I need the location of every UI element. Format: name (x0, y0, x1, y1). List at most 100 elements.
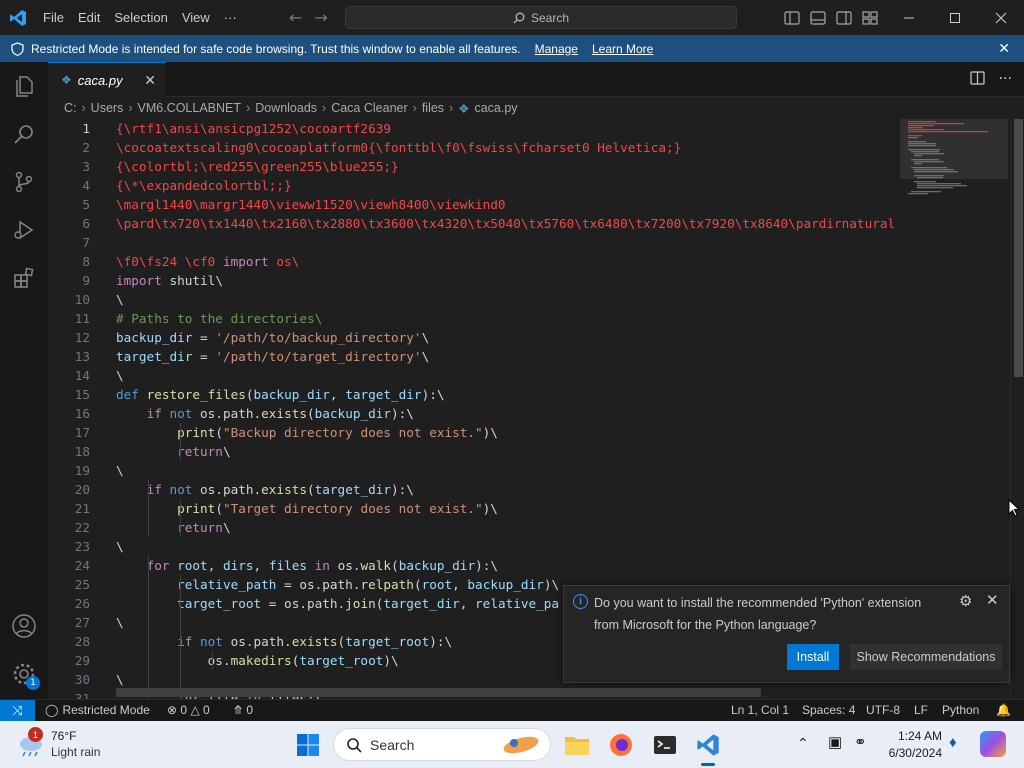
notification-bell-icon[interactable]: ♦ (949, 734, 957, 751)
file-explorer-app[interactable] (560, 728, 594, 762)
display-icon[interactable]: ▣ (828, 733, 842, 751)
weather-temperature[interactable]: 76°F (51, 729, 76, 743)
line-number: 17 (74, 425, 90, 440)
accounts-icon[interactable] (0, 602, 48, 650)
scrollbar-thumb[interactable] (1014, 119, 1023, 377)
horizontal-scrollbar[interactable] (116, 688, 761, 697)
code-line[interactable]: 11 # Paths to the directories\ (48, 309, 900, 328)
tab-close-icon[interactable]: ✕ (144, 72, 156, 89)
eol-status[interactable]: LF (914, 700, 928, 721)
indentation-status[interactable]: Spaces: 4 (802, 700, 855, 721)
code-token: \ (222, 520, 231, 535)
code-line[interactable]: 8 \f0\fs24 \cf0 import os\ (48, 252, 900, 271)
code-line[interactable]: 12 backup_dir = '/path/to/backup_director… (48, 328, 900, 347)
tab-caca-py[interactable]: ❖ caca.py ✕ (48, 62, 166, 97)
breadcrumb-item[interactable]: files (422, 101, 444, 115)
code-line[interactable]: 2 \cocoatextscaling0\cocoaplatform0{\font… (48, 138, 900, 157)
breadcrumb-item[interactable]: caca.py (474, 101, 517, 115)
breadcrumb-item[interactable]: VM6.COLLABNET (138, 101, 242, 115)
encoding-status[interactable]: UTF-8 (866, 700, 900, 721)
explorer-icon[interactable] (0, 62, 48, 110)
code-line[interactable]: 9 import shutil\ (48, 271, 900, 290)
code-line[interactable]: 15 def restore_files(backup_dir, target_d… (48, 385, 900, 404)
code-line[interactable]: 18 return\ (48, 442, 900, 461)
manage-gear-icon[interactable]: 1 (0, 650, 48, 698)
language-mode-status[interactable]: Python (942, 700, 979, 721)
restricted-mode-banner: Restricted Mode is intended for safe cod… (0, 35, 1024, 62)
code-line[interactable]: 10 \ (48, 290, 900, 309)
code-line[interactable]: 14 \ (48, 366, 900, 385)
vertical-scrollbar[interactable] (1010, 119, 1024, 699)
code-line[interactable]: 23 \ (48, 537, 900, 556)
toggle-primary-sidebar-icon[interactable] (784, 10, 800, 25)
code-line[interactable]: 7 (48, 233, 900, 252)
firefox-app[interactable] (604, 728, 638, 762)
breadcrumb-item[interactable]: C: (64, 101, 77, 115)
code-line[interactable]: 16 if not os.path.exists(backup_dir):\ (48, 404, 900, 423)
menu-edit[interactable]: Edit (71, 0, 107, 35)
code-line[interactable]: 24 for root, dirs, files in os.walk(back… (48, 556, 900, 575)
problems-status[interactable]: ⊗ 0 △ 0 (167, 700, 210, 721)
menu-file[interactable]: File (36, 0, 71, 35)
notification-settings-gear-icon[interactable]: ⚙ (959, 592, 972, 610)
forward-arrow-icon[interactable]: → (314, 8, 327, 27)
code-line[interactable]: 3 {\colortbl;\red255\green255\blue255;} (48, 157, 900, 176)
customize-layout-icon[interactable] (862, 10, 878, 25)
learn-more-link[interactable]: Learn More (592, 42, 653, 56)
breadcrumb-item[interactable]: Caca Cleaner (331, 101, 407, 115)
weather-description[interactable]: Light rain (51, 745, 100, 759)
copilot-icon[interactable] (980, 731, 1006, 757)
code-line[interactable]: 17 print("Backup directory does not exis… (48, 423, 900, 442)
code-line[interactable]: 6 \pard\tx720\tx1440\tx2160\tx2880\tx3600… (48, 214, 900, 233)
search-highlight-icon (500, 733, 542, 760)
code-line[interactable]: 21 print("Target directory does not exis… (48, 499, 900, 518)
remote-indicator-icon[interactable]: ⤨ (0, 700, 35, 721)
show-hidden-icons-chevron-icon[interactable]: ⌃ (797, 735, 809, 752)
install-button[interactable]: Install (787, 644, 839, 670)
ports-status[interactable]: ⤊ 0 (233, 700, 253, 721)
close-window-button[interactable] (978, 0, 1024, 35)
network-icon[interactable]: ⚭ (854, 733, 867, 751)
terminal-app[interactable] (648, 728, 682, 762)
code-line[interactable]: 19 \ (48, 461, 900, 480)
code-line[interactable]: 13 target_dir = '/path/to/target_director… (48, 347, 900, 366)
start-button[interactable] (291, 728, 325, 762)
code-token: exists (291, 634, 338, 649)
maximize-button[interactable] (932, 0, 978, 35)
notification-close-icon[interactable]: ✕ (986, 591, 999, 609)
notifications-bell-icon[interactable]: 🔔 (996, 700, 1011, 721)
breadcrumb-item[interactable]: Downloads (255, 101, 317, 115)
code-token: target_dir (383, 596, 460, 611)
search-activity-icon[interactable] (0, 110, 48, 158)
source-control-icon[interactable] (0, 158, 48, 206)
toggle-panel-icon[interactable] (810, 10, 826, 25)
menu-view[interactable]: View (175, 0, 217, 35)
split-editor-icon[interactable] (970, 71, 985, 85)
breadcrumb-item[interactable]: Users (91, 101, 124, 115)
more-actions-icon[interactable]: ··· (999, 71, 1012, 87)
code-line[interactable]: 1 {\rtf1\ansi\ansicpg1252\cocoartf2639 (48, 119, 900, 138)
taskbar-search-box[interactable]: Search (333, 728, 551, 761)
code-token: ):\ (475, 558, 499, 573)
menu-selection[interactable]: Selection (107, 0, 174, 35)
code-line[interactable]: 4 {\*\expandedcolortbl;;} (48, 176, 900, 195)
extensions-icon[interactable] (0, 254, 48, 302)
system-clock[interactable]: 1:24 AM 6/30/2024 (880, 728, 942, 762)
back-arrow-icon[interactable]: ← (289, 8, 302, 27)
vscode-app[interactable] (691, 728, 725, 766)
code-line[interactable]: 20 if not os.path.exists(target_dir):\ (48, 480, 900, 499)
command-center-search[interactable]: Search (345, 6, 737, 29)
code-line[interactable]: 5 \margl1440\margr1440\vieww11520\viewh84… (48, 195, 900, 214)
toggle-secondary-sidebar-icon[interactable] (836, 10, 852, 25)
weather-rain-icon[interactable]: 1 (16, 727, 46, 758)
cursor-position[interactable]: Ln 1, Col 1 (731, 700, 789, 721)
restricted-mode-status[interactable]: ◯ Restricted Mode (45, 700, 150, 721)
run-debug-icon[interactable] (0, 206, 48, 254)
code-line[interactable]: 22 return\ (48, 518, 900, 537)
banner-close-icon[interactable]: ✕ (998, 40, 1010, 57)
menu-more[interactable]: ··· (217, 0, 244, 35)
minimize-button[interactable] (886, 0, 932, 35)
manage-link[interactable]: Manage (535, 42, 578, 56)
show-recommendations-button[interactable]: Show Recommendations (850, 644, 1002, 670)
